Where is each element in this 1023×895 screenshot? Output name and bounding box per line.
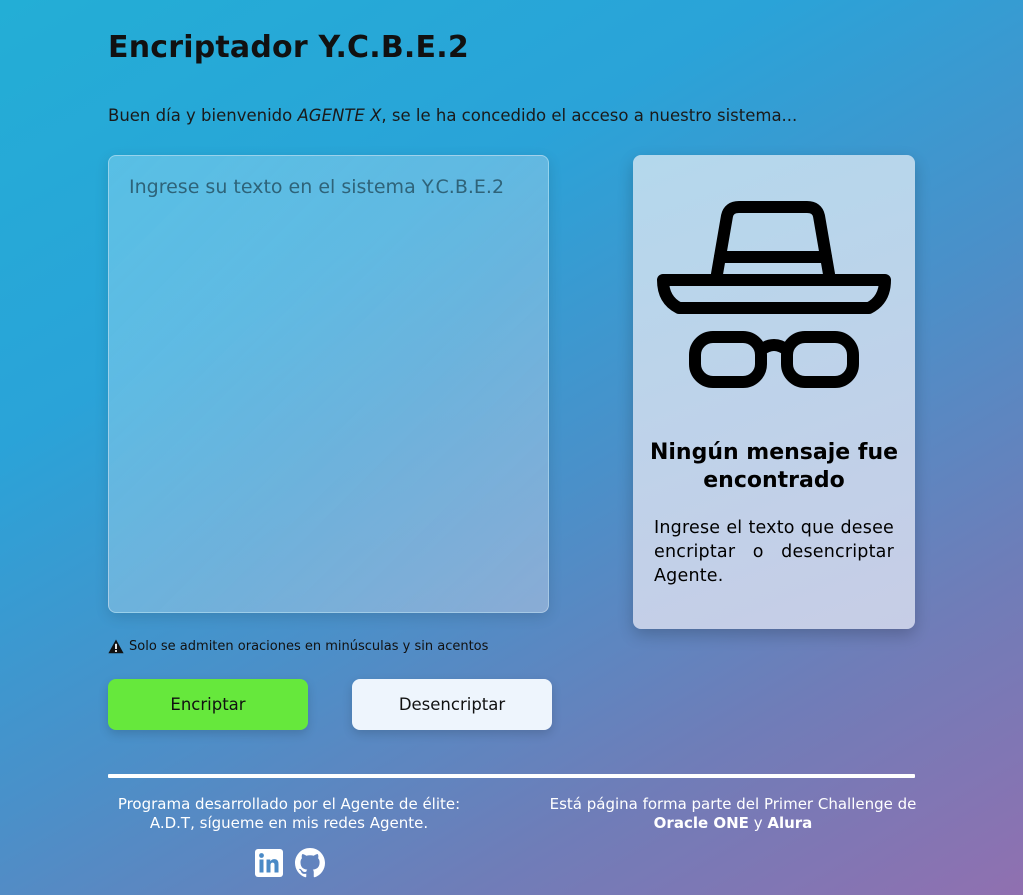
github-icon[interactable] (295, 848, 325, 878)
warning-text: Solo se admiten oraciones en minúsculas … (129, 639, 489, 654)
welcome-text-end: , se le ha concedido el acceso a nuestro… (381, 106, 798, 125)
incognito-spy-icon (657, 201, 891, 388)
footer-challenge-info: Está página forma parte del Primer Chall… (548, 795, 918, 833)
empty-result-description: Ingrese el texto que desee encriptar o d… (654, 518, 894, 586)
footer-credits-line2: A.D.T, sígueme en mis redes Agente. (149, 814, 429, 832)
warning-triangle-icon (108, 639, 124, 654)
input-rules-notice: Solo se admiten oraciones en minúsculas … (108, 639, 488, 654)
agent-name: AGENTE X (297, 106, 382, 125)
footer-challenge-line2: Oracle ONE y Alura (548, 814, 918, 833)
footer-credits: Programa desarrollado por el Agente de é… (108, 795, 470, 833)
footer-credits-line1: Programa desarrollado por el Agente de é… (117, 795, 461, 813)
footer-divider (108, 774, 915, 778)
footer-challenge-line1: Está página forma parte del Primer Chall… (549, 795, 917, 813)
encrypt-button[interactable]: Encriptar (108, 679, 308, 730)
alura-brand: Alura (767, 814, 813, 832)
empty-result-title: Ningún mensaje fue encontrado (649, 440, 899, 493)
page-title: Encriptador Y.C.B.E.2 (108, 30, 469, 65)
decrypt-button[interactable]: Desencriptar (352, 679, 552, 730)
linkedin-icon[interactable] (254, 848, 284, 878)
result-panel: Ningún mensaje fue encontrado Ingrese el… (633, 155, 915, 629)
oracle-one-brand: Oracle ONE (653, 814, 749, 832)
welcome-text-start: Buen día y bienvenido (108, 106, 298, 125)
footer-conjunction: y (748, 814, 768, 832)
message-input[interactable] (108, 155, 549, 613)
welcome-message: Buen día y bienvenido AGENTE X, se le ha… (108, 106, 797, 125)
